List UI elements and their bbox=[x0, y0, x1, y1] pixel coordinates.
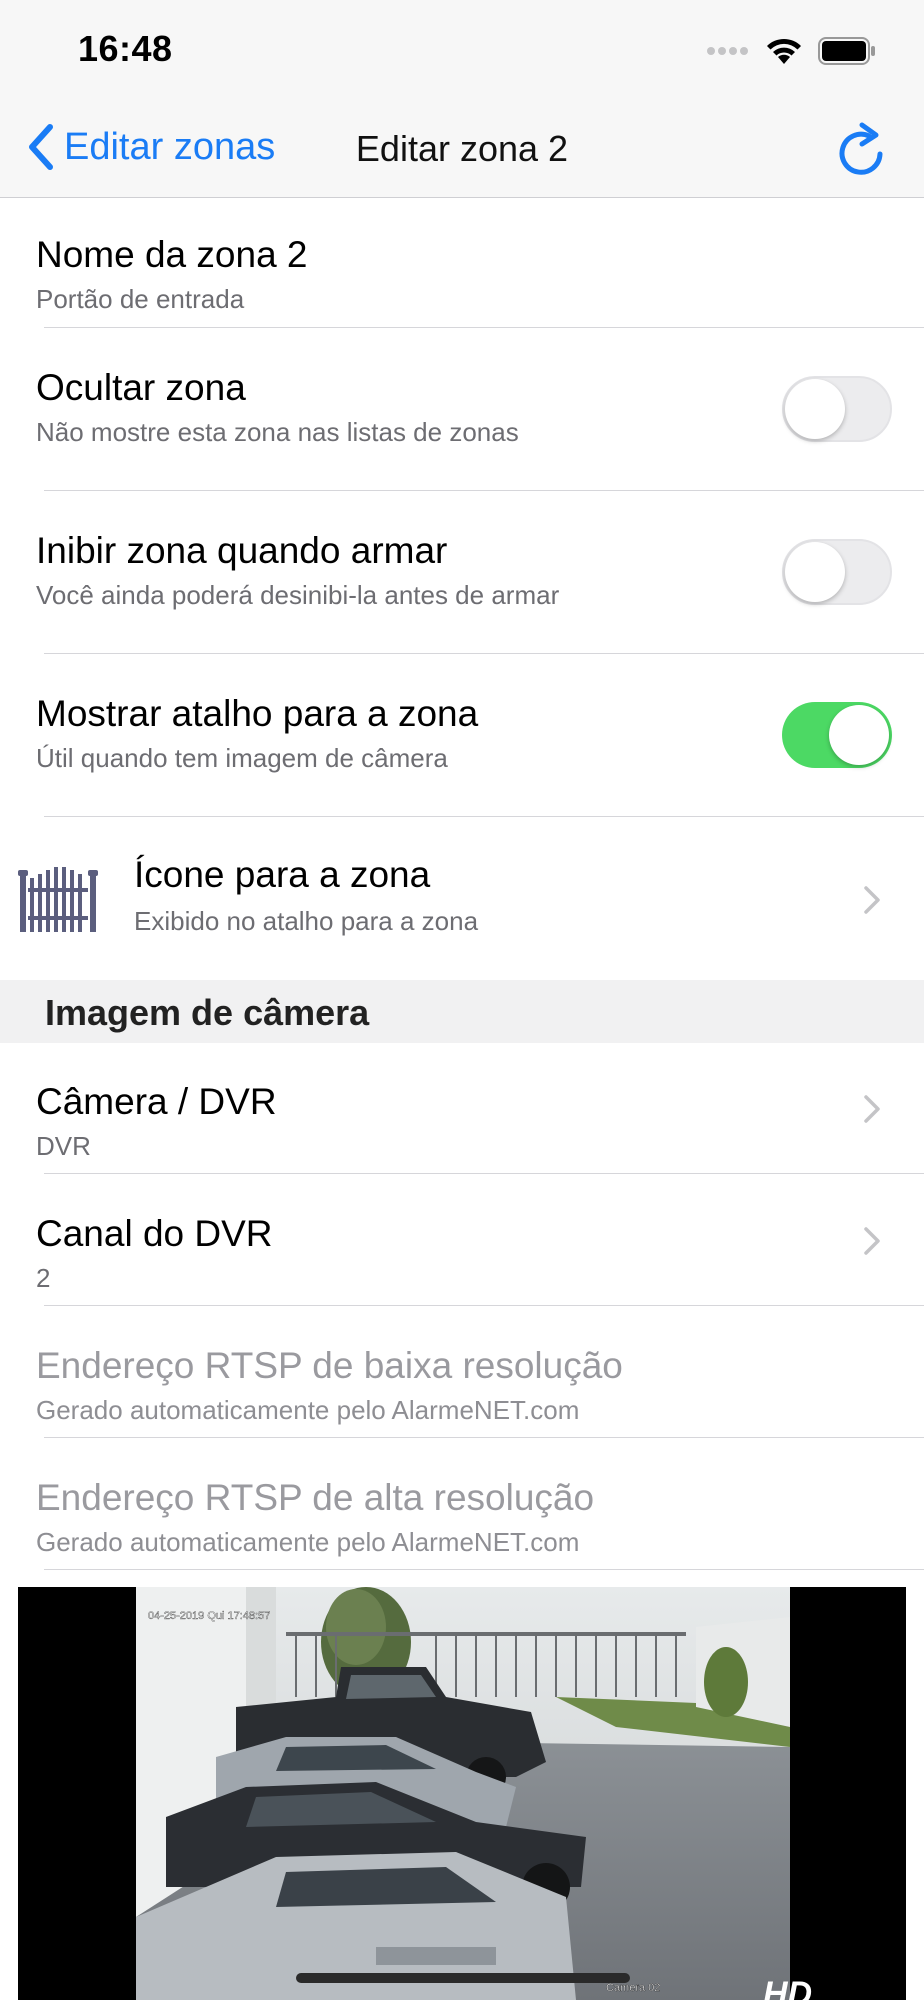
status-bar: 16:48 bbox=[0, 0, 924, 100]
rtsp-low-subtitle: Gerado automaticamente pelo AlarmeNET.co… bbox=[36, 1395, 580, 1425]
divider bbox=[44, 490, 924, 491]
camera-dvr-value: DVR bbox=[36, 1131, 91, 1161]
show-shortcut-subtitle: Útil quando tem imagem de câmera bbox=[36, 743, 448, 773]
page-title-text: Editar zona 2 bbox=[355, 128, 569, 169]
divider bbox=[44, 1305, 924, 1306]
dvr-channel-row[interactable]: Canal do DVR 2 bbox=[0, 1175, 924, 1306]
home-indicator bbox=[296, 1973, 630, 1983]
hide-zone-subtitle: Não mostre esta zona nas listas de zonas bbox=[36, 417, 519, 447]
wifi-icon bbox=[767, 38, 801, 64]
gate-icon bbox=[18, 867, 98, 932]
dvr-channel-title: Canal do DVR bbox=[36, 1213, 273, 1254]
chevron-right-icon bbox=[864, 1095, 880, 1123]
zone-icon-subtitle: Exibido no atalho para a zona bbox=[134, 906, 479, 936]
dvr-channel-value: 2 bbox=[36, 1263, 51, 1293]
status-icons bbox=[706, 34, 876, 68]
inhibit-zone-row: Inibir zona quando armar Você ainda pode… bbox=[0, 492, 924, 654]
toggle-knob bbox=[785, 542, 845, 602]
zone-icon-row[interactable]: Ícone para a zona Exibido no atalho para… bbox=[0, 818, 924, 980]
hide-zone-toggle[interactable] bbox=[782, 376, 892, 442]
rtsp-low-title: Endereço RTSP de baixa resolução bbox=[36, 1345, 623, 1386]
hide-zone-row: Ocultar zona Não mostre esta zona nas li… bbox=[0, 329, 924, 491]
toggle-knob bbox=[829, 705, 889, 765]
camera-section-title: Imagem de câmera bbox=[45, 992, 370, 1033]
show-shortcut-title: Mostrar atalho para a zona bbox=[36, 693, 479, 734]
divider bbox=[44, 1437, 924, 1438]
battery-icon bbox=[818, 37, 875, 65]
camera-section-header: Imagem de câmera bbox=[0, 980, 924, 1043]
inhibit-zone-subtitle: Você ainda poderá desinibi-la antes de a… bbox=[36, 580, 560, 610]
divider bbox=[44, 816, 924, 817]
rtsp-low-row: Endereço RTSP de baixa resolução Gerado … bbox=[0, 1307, 924, 1438]
camera-feed-image: 04-25-2019 Qui 17:48:57 Camera 02 bbox=[136, 1587, 790, 2000]
divider bbox=[44, 653, 924, 654]
divider bbox=[44, 327, 924, 328]
rtsp-high-title: Endereço RTSP de alta resolução bbox=[36, 1477, 595, 1518]
hide-zone-title: Ocultar zona bbox=[36, 367, 246, 408]
camera-timestamp: 04-25-2019 Qui 17:48:57 bbox=[148, 1610, 270, 1622]
zone-name-row[interactable]: Nome da zona 2 Portão de entrada bbox=[0, 198, 924, 328]
inhibit-zone-title: Inibir zona quando armar bbox=[36, 530, 448, 571]
hd-badge: HD bbox=[763, 1975, 813, 2000]
status-time: 16:48 bbox=[78, 28, 173, 69]
divider bbox=[44, 1173, 924, 1174]
inhibit-zone-toggle[interactable] bbox=[782, 539, 892, 605]
refresh-icon bbox=[839, 122, 883, 175]
signal-icon bbox=[707, 47, 748, 55]
camera-dvr-title: Câmera / DVR bbox=[36, 1081, 277, 1122]
toggle-knob bbox=[785, 379, 845, 439]
chevron-right-icon bbox=[864, 886, 880, 914]
camera-scene: 04-25-2019 Qui 17:48:57 Camera 02 bbox=[136, 1587, 790, 2000]
zone-name-value: Portão de entrada bbox=[36, 284, 245, 314]
show-shortcut-row: Mostrar atalho para a zona Útil quando t… bbox=[0, 655, 924, 817]
rtsp-high-row: Endereço RTSP de alta resolução Gerado a… bbox=[0, 1439, 924, 1570]
rtsp-high-subtitle: Gerado automaticamente pelo AlarmeNET.co… bbox=[36, 1527, 580, 1557]
camera-preview[interactable]: 04-25-2019 Qui 17:48:57 Camera 02 HD bbox=[18, 1587, 906, 2000]
camera-dvr-row[interactable]: Câmera / DVR DVR bbox=[0, 1043, 924, 1174]
zone-icon-title: Ícone para a zona bbox=[134, 854, 431, 895]
refresh-button[interactable] bbox=[836, 122, 886, 176]
zone-name-title: Nome da zona 2 bbox=[36, 234, 308, 275]
navigation-bar: Editar zonas Editar zona 2 bbox=[0, 100, 924, 198]
chevron-right-icon bbox=[864, 1227, 880, 1255]
show-shortcut-toggle[interactable] bbox=[782, 702, 892, 768]
divider bbox=[44, 1569, 924, 1570]
camera-label: Camera 02 bbox=[606, 1982, 660, 1994]
page-title: Editar zona 2 bbox=[0, 128, 924, 170]
